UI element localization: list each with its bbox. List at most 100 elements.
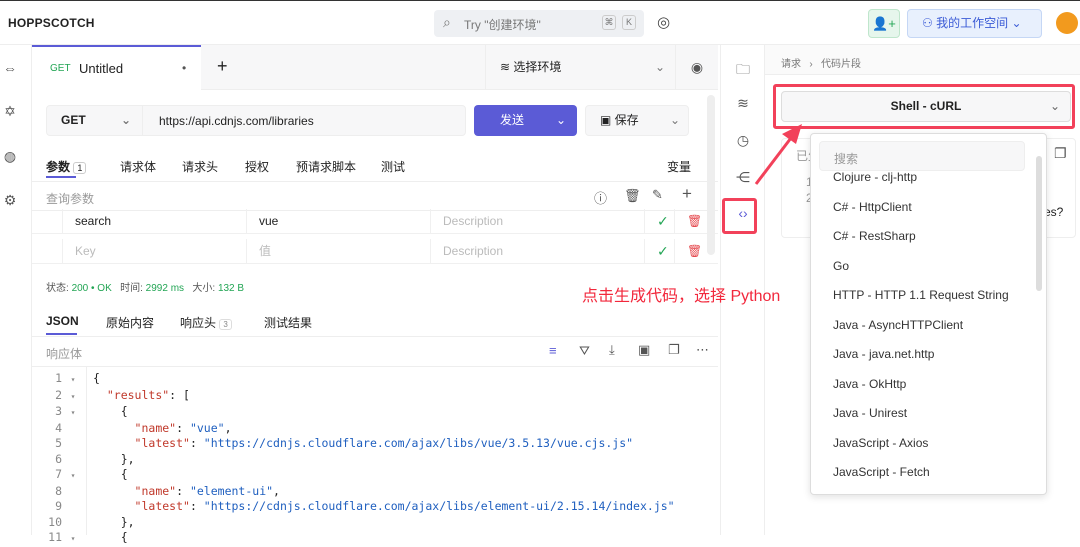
status-value: 200 • OK [71, 283, 112, 294]
language-option[interactable]: Clojure - clj-http [833, 170, 917, 184]
new-tab-button[interactable]: + [217, 56, 228, 77]
edit-icon[interactable]: ✎ [652, 187, 663, 203]
param-description[interactable]: Description [430, 209, 642, 234]
more-icon[interactable]: ⋯ [696, 342, 709, 358]
save-icon[interactable]: ▣ [638, 342, 650, 358]
code-text: "latest": "https://cdnjs.cloudflare.com/… [134, 436, 634, 450]
language-option[interactable]: C# - HttpClient [833, 200, 912, 214]
size-value: 132 B [217, 283, 245, 294]
wrap-lines-icon[interactable]: ≡ [549, 343, 557, 358]
environment-select[interactable]: ≋ 选择环境 ⌄ [485, 45, 675, 89]
trash-icon[interactable]: 🗑 [624, 188, 641, 204]
param-key[interactable]: search [62, 209, 246, 234]
annotation-arrow [754, 124, 802, 185]
workspace-button[interactable]: ⚇ 我的工作空间 ⌄ [907, 9, 1042, 38]
language-option[interactable]: Go [833, 259, 849, 273]
globe-icon[interactable]: ◍ [0, 148, 20, 165]
save-label: 保存 [614, 113, 639, 127]
avatar[interactable] [1056, 12, 1078, 34]
param-value[interactable]: vue [246, 209, 430, 234]
method-select[interactable]: GET ⌄ [47, 106, 143, 135]
eye-icon[interactable]: ◉ [675, 45, 718, 89]
support-icon[interactable]: ◎ [657, 13, 670, 31]
fold-icon[interactable]: ▾ [62, 468, 84, 484]
fold-icon[interactable]: ▾ [62, 405, 84, 421]
breadcrumb-snippet: 代码片段 [821, 59, 861, 70]
chevron-down-icon: ⌄ [654, 60, 665, 74]
tab-headers[interactable]: 请求头 [182, 158, 218, 175]
line-number: 10 [48, 514, 62, 529]
tab-raw[interactable]: 原始内容 [106, 314, 154, 331]
url-input[interactable]: https://api.cdnjs.com/libraries [159, 114, 314, 128]
tab-label: 响应头 [180, 316, 217, 330]
param-value-input[interactable]: 值 [246, 239, 430, 264]
save-button[interactable]: ▣ 保存 ⌄ [585, 105, 689, 136]
environment-label: 选择环境 [513, 60, 562, 74]
param-key-input[interactable]: Key [62, 239, 246, 264]
language-option[interactable]: Java - Unirest [833, 406, 907, 420]
scrollbar[interactable] [1036, 156, 1042, 291]
code-line: 9 "latest": "https://cdnjs.cloudflare.co… [32, 499, 702, 515]
line-number: 3 [55, 404, 62, 418]
line-number: 7 [55, 467, 62, 481]
json-viewer[interactable]: 1 ▾{2 ▾ "results": [3 ▾ {4 "name": "vue", 5 … [32, 371, 702, 547]
params-header: 查询参数 ⓘ 🗑 ✎ + [32, 181, 718, 211]
tab-response-headers[interactable]: 响应头 3 [180, 314, 232, 331]
gear-icon[interactable]: ⚙ [0, 192, 20, 209]
tab-json[interactable]: JSON [46, 314, 79, 328]
graphql-icon[interactable]: ✡ [0, 103, 20, 120]
breadcrumb-request[interactable]: 请求 [781, 59, 801, 70]
command-search[interactable]: ⌕ Try "创建环境" ⌘ K [434, 10, 644, 37]
annotation-box [722, 198, 757, 234]
time-value: 2992 ms [145, 283, 185, 294]
language-option[interactable]: HTTP - HTTP 1.1 Request String [833, 288, 1009, 302]
language-option[interactable]: JavaScript - Fetch [833, 465, 930, 479]
invite-user-button[interactable]: 👤+ [868, 9, 900, 38]
param-description-input[interactable]: Description [430, 239, 642, 264]
scrollbar[interactable] [707, 95, 715, 255]
fold-icon[interactable]: ▾ [62, 389, 84, 405]
tab-test-results[interactable]: 测试结果 [264, 314, 312, 331]
delete-icon[interactable]: 🗑 [674, 239, 704, 264]
chevron-down-icon[interactable]: ⌄ [556, 105, 566, 136]
line-number: 4 [55, 420, 62, 435]
language-option[interactable]: JavaScript - Axios [833, 436, 928, 450]
code-text: { [93, 404, 128, 418]
tab-pre-request-script[interactable]: 预请求脚本 [296, 158, 356, 175]
tab-tests[interactable]: 测试 [381, 158, 405, 175]
tab-auth[interactable]: 授权 [245, 158, 269, 175]
code-line: 7 ▾ { [32, 467, 702, 484]
tab-untitled[interactable]: GET Untitled • [32, 45, 201, 90]
add-icon[interactable]: + [682, 184, 692, 204]
table-row: search vue Description ✓ 🗑 [32, 209, 718, 234]
tab-body[interactable]: 请求体 [120, 158, 156, 175]
link-icon[interactable]: ⇔ [0, 60, 20, 76]
method-label: GET [61, 113, 86, 127]
language-option[interactable]: C# - RestSharp [833, 229, 916, 243]
language-option[interactable]: Java - OkHttp [833, 377, 906, 391]
code-line: 1 ▾ { [32, 371, 702, 388]
fold-icon[interactable]: ▾ [62, 531, 84, 547]
tab-params[interactable]: 参数 1 [46, 158, 87, 175]
language-option[interactable]: Java - java.net.http [833, 347, 934, 361]
copy-icon[interactable]: ❐ [1054, 145, 1067, 162]
layers-icon[interactable]: ≋ [733, 95, 753, 112]
check-circle-icon[interactable]: ✓ [644, 239, 674, 264]
fold-icon[interactable]: ▾ [62, 372, 84, 388]
send-button[interactable]: 发送 ⌄ [474, 105, 577, 136]
top-bar: HOPPSCOTCH ⌕ Try "创建环境" ⌘ K ◎ 👤+ ⚇ 我的工作空… [0, 0, 1080, 45]
tab-variables[interactable]: 变量 [667, 158, 691, 175]
copy-icon[interactable]: ❐ [668, 342, 680, 358]
response-body-label: 响应体 [46, 347, 83, 361]
check-circle-icon[interactable]: ✓ [644, 209, 674, 234]
language-option[interactable]: Java - AsyncHTTPClient [833, 318, 963, 332]
download-icon[interactable]: ⤓ [609, 342, 615, 358]
folder-icon[interactable]: 🗀 [733, 59, 753, 83]
filter-icon[interactable]: ⛛ [579, 343, 590, 359]
delete-icon[interactable]: 🗑 [674, 209, 704, 234]
help-icon[interactable]: ⓘ [594, 188, 607, 207]
left-rail: ⇔ ✡ ◍ ⚙ [0, 45, 32, 535]
app-logo[interactable]: HOPPSCOTCH [8, 16, 95, 30]
language-search-input[interactable]: 搜索 [819, 141, 1025, 171]
user-icon: ⚇ [922, 16, 937, 30]
